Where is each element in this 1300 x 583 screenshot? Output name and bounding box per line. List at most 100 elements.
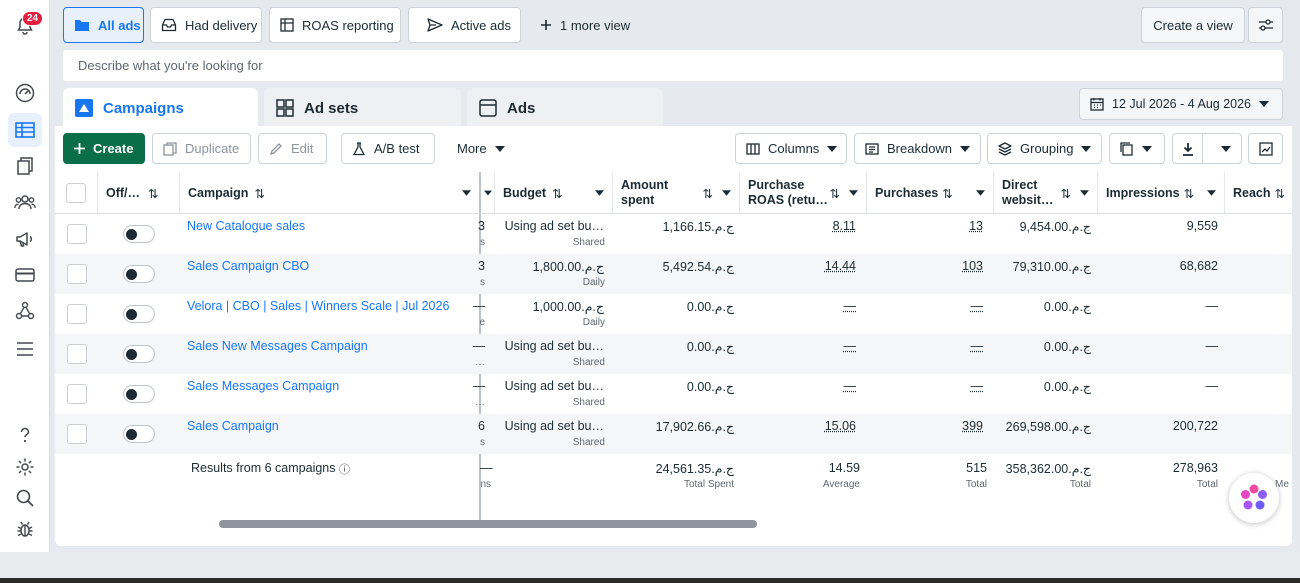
horizontal-scrollbar[interactable] — [219, 520, 757, 528]
purchases-value[interactable]: — — [971, 379, 984, 393]
campaign-name-link[interactable]: Sales Messages Campaign — [187, 379, 339, 393]
view-had-delivery-button[interactable]: Had delivery — [150, 7, 262, 43]
campaign-header-label: Campaign — [188, 186, 249, 200]
column-header-direct-website[interactable]: Direct websit… ⇅ — [994, 172, 1098, 214]
breakdown-button[interactable]: Breakdown — [854, 133, 981, 164]
sort-icon: ⇅ — [1183, 186, 1195, 201]
delivery-toggle[interactable] — [123, 265, 155, 283]
ads-manager-table-icon[interactable] — [8, 113, 42, 147]
column-header-purchase-roas[interactable]: Purchase ROAS (retu… ⇅ — [740, 172, 867, 214]
sort-icon: ⇅ — [702, 186, 713, 201]
purchases-value[interactable]: — — [971, 299, 984, 313]
grouping-button[interactable]: Grouping — [987, 133, 1102, 164]
search-magnifier-icon[interactable] — [13, 486, 37, 510]
events-manager-nodes-icon[interactable] — [13, 299, 37, 323]
select-all-checkbox[interactable] — [66, 183, 86, 203]
tab-ad-sets[interactable]: Ad sets — [264, 88, 461, 128]
campaign-name-link[interactable]: Sales Campaign CBO — [187, 259, 309, 273]
campaign-name-link[interactable]: New Catalogue sales — [187, 219, 305, 233]
delivery-toggle[interactable] — [123, 425, 155, 443]
ai-assistant-button[interactable] — [1229, 473, 1279, 523]
view-all-ads-button[interactable]: All ads — [63, 7, 144, 43]
impressions-value: 68,682 — [1179, 259, 1218, 273]
table-row[interactable]: Sales Campaign CBO 3 s 1,800.00ج.م.‏ Daily 5,… — [55, 254, 1292, 294]
pages-copy-icon[interactable] — [13, 154, 37, 178]
delivery-toggle[interactable] — [123, 385, 155, 403]
table-row[interactable]: Sales Messages Campaign — … Using ad set bu… — [55, 374, 1292, 414]
edit-button[interactable]: Edit — [258, 133, 327, 164]
dashboard-gauge-icon[interactable] — [13, 81, 37, 105]
delivery-toggle[interactable] — [123, 305, 155, 323]
purchase-roas-value[interactable]: 14.44 — [825, 259, 856, 273]
column-header-off-on[interactable]: Off/… ⇅ — [98, 172, 180, 214]
table-row[interactable]: Sales Campaign 6 s Using ad set bu… Shared 17… — [55, 414, 1292, 454]
summary-direct-website: 358,362.00ج.م.‏ — [1005, 462, 1091, 476]
row-checkbox[interactable] — [67, 224, 87, 244]
delivery-toggle[interactable] — [123, 345, 155, 363]
download-icon[interactable] — [1173, 134, 1204, 163]
view-active-ads-button[interactable]: Active ads — [408, 7, 521, 43]
row-checkbox[interactable] — [67, 384, 87, 404]
campaigns-megaphone-icon[interactable] — [13, 227, 37, 251]
tab-ads[interactable]: Ads — [467, 88, 663, 128]
campaign-name-link[interactable]: Sales Campaign — [187, 419, 279, 433]
purchase-roas-value[interactable]: — — [844, 379, 857, 393]
duplicate-button[interactable]: Duplicate — [152, 133, 251, 164]
create-view-button[interactable]: Create a view — [1141, 7, 1245, 43]
settings-gear-icon[interactable] — [13, 455, 37, 479]
column-header-amount-spent[interactable]: Amount spent ⇅ — [613, 172, 740, 214]
column-header-campaign[interactable]: Campaign ⇅ — [180, 172, 480, 214]
hidden-column-value: — — [473, 379, 485, 393]
row-checkbox[interactable] — [67, 344, 87, 364]
report-bug-icon[interactable] — [13, 517, 37, 541]
create-button[interactable]: Create — [63, 133, 145, 164]
table-row[interactable]: Velora | CBO | Sales | Winners Scale | J… — [55, 294, 1292, 334]
all-tools-menu-icon[interactable] — [13, 337, 37, 361]
export-button[interactable] — [1172, 133, 1242, 164]
column-header-budget[interactable]: Budget ⇅ — [495, 172, 613, 214]
purchase-roas-value[interactable]: — — [844, 339, 857, 353]
billing-card-icon[interactable] — [13, 263, 37, 287]
column-header-impressions[interactable]: Impressions ⇅ — [1098, 172, 1225, 214]
purchases-value[interactable]: 103 — [962, 259, 983, 273]
search-input[interactable]: Describe what you're looking for — [63, 50, 1283, 81]
ab-test-button[interactable]: A/B test — [341, 133, 435, 164]
help-question-icon[interactable] — [13, 423, 37, 447]
row-checkbox[interactable] — [67, 304, 87, 324]
purchase-roas-value[interactable]: 15.06 — [825, 419, 856, 433]
view-settings-button[interactable] — [1248, 7, 1283, 43]
roas-header-line2: ROAS (retu… — [748, 193, 828, 207]
info-icon[interactable]: ⓘ — [339, 461, 350, 477]
column-header-reach[interactable]: Reach ⇅ — [1225, 172, 1292, 214]
delivery-toggle[interactable] — [123, 225, 155, 243]
column-header-hidden — [481, 172, 495, 214]
reports-button[interactable] — [1109, 133, 1165, 164]
inbox-icon — [161, 18, 177, 32]
chevron-down-icon — [722, 190, 731, 196]
row-checkbox[interactable] — [67, 264, 87, 284]
audiences-people-icon[interactable] — [13, 190, 37, 214]
purchase-roas-value[interactable]: 8.11 — [833, 219, 856, 233]
view-roas-reporting-button[interactable]: ROAS reporting — [269, 7, 401, 43]
export-chevron-down-icon[interactable] — [1211, 145, 1241, 152]
columns-button[interactable]: Columns — [735, 133, 847, 164]
column-header-purchases[interactable]: Purchases ⇅ — [867, 172, 994, 214]
table-row[interactable]: New Catalogue sales 3 s Using ad set bu… Sha… — [55, 214, 1292, 254]
purchases-value[interactable]: 13 — [969, 219, 983, 233]
results-summary-label: Results from 6 campaigns — [191, 461, 336, 475]
purchases-value[interactable]: — — [971, 339, 984, 353]
date-range-picker[interactable]: 12 Jul 2026 - 4 Aug 2026 — [1079, 88, 1283, 120]
purchase-roas-value[interactable]: — — [844, 299, 857, 313]
tab-campaigns[interactable]: Campaigns — [63, 88, 258, 128]
direct-website-value: 269,598.00ج.م.‏ — [1005, 420, 1091, 434]
budget-type: Shared — [572, 437, 605, 448]
table-row[interactable]: Sales New Messages Campaign — … Using ad se… — [55, 334, 1292, 374]
campaign-name-link[interactable]: Sales New Messages Campaign — [187, 339, 368, 353]
more-actions-button[interactable]: More — [446, 133, 511, 164]
campaign-name-link[interactable]: Velora | CBO | Sales | Winners Scale | J… — [187, 299, 449, 313]
row-checkbox[interactable] — [67, 424, 87, 444]
charts-button[interactable] — [1248, 133, 1283, 164]
purchases-value[interactable]: 399 — [962, 419, 983, 433]
view-all-ads-label: All ads — [98, 17, 141, 33]
more-view-button[interactable]: 1 more view — [529, 7, 633, 43]
